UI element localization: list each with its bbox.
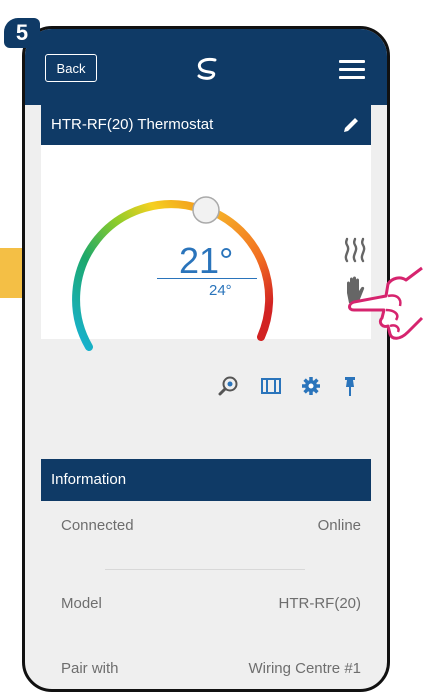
information-title: Information: [51, 471, 127, 488]
pencil-icon[interactable]: [341, 115, 361, 135]
current-temperature: 21°: [179, 240, 234, 281]
pointing-hand-icon: [348, 266, 424, 340]
info-row-model: Model HTR-RF(20): [41, 579, 371, 629]
device-name: HTR-RF(20) Thermostat: [51, 116, 214, 133]
heat-icon: [344, 237, 366, 263]
target-temperature: 24°: [209, 282, 232, 299]
hamburger-menu-icon[interactable]: [339, 60, 365, 79]
info-value: Wiring Centre #1: [248, 660, 361, 677]
card-title-bar: HTR-RF(20) Thermostat: [41, 105, 371, 145]
info-row-connected: Connected Online: [41, 501, 371, 551]
back-button[interactable]: Back: [45, 54, 97, 82]
thermostat-card: HTR-RF(20) Thermostat 21° 24°: [41, 105, 371, 396]
info-value: Online: [317, 517, 361, 534]
gear-icon[interactable]: [300, 375, 322, 397]
info-row-pair-with[interactable]: Pair with Wiring Centre #1: [41, 644, 371, 689]
info-label: Connected: [61, 517, 134, 534]
previous-step-arrow: [0, 248, 36, 298]
information-header: Information: [41, 459, 371, 501]
pin-icon[interactable]: [339, 375, 361, 397]
info-label: Pair with: [61, 660, 119, 677]
search-icon[interactable]: [218, 375, 240, 397]
temperature-divider: [157, 278, 257, 279]
row-divider: [105, 569, 305, 570]
step-badge: 5: [4, 18, 40, 48]
temperature-dial[interactable]: [51, 157, 281, 357]
top-bar: Back: [25, 29, 387, 105]
info-label: Model: [61, 595, 102, 612]
swirl-logo-icon: [197, 58, 217, 80]
tools-row: [41, 375, 387, 405]
dial-handle: [192, 196, 220, 224]
phone-frame: Back HTR-RF(20) Thermostat 21° 24° Infor…: [22, 26, 390, 692]
schedule-icon[interactable]: [260, 375, 282, 397]
info-value: HTR-RF(20): [278, 595, 362, 612]
